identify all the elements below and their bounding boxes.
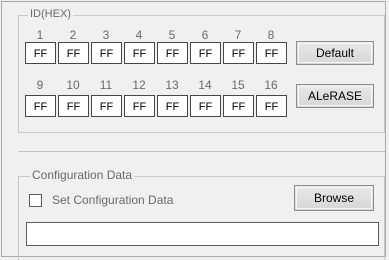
id-byte-9-field[interactable]: FF	[25, 95, 56, 117]
id-byte-12-field[interactable]: FF	[124, 95, 155, 117]
id-index-9: 9	[36, 78, 44, 92]
id-index-16: 16	[264, 78, 278, 92]
section-divider	[18, 151, 385, 152]
id-byte-16-field[interactable]: FF	[256, 95, 287, 117]
set-configuration-data-label: Set Configuration Data	[52, 193, 174, 207]
alerase-button[interactable]: ALeRASE	[296, 84, 374, 108]
id-index-7: 7	[234, 28, 242, 42]
default-button[interactable]: Default	[296, 41, 374, 65]
id-hex-legend: ID(HEX)	[28, 8, 73, 20]
id-index-12: 12	[132, 78, 146, 92]
id-byte-11-field[interactable]: FF	[91, 95, 122, 117]
id-byte-13-field[interactable]: FF	[157, 95, 188, 117]
id-byte-6-field[interactable]: FF	[190, 42, 221, 64]
id-index-11: 11	[99, 78, 113, 92]
id-byte-8-field[interactable]: FF	[256, 42, 287, 64]
id-index-10: 10	[66, 78, 80, 92]
id-byte-5-field[interactable]: FF	[157, 42, 188, 64]
id-byte-3-field[interactable]: FF	[91, 42, 122, 64]
id-byte-10-field[interactable]: FF	[58, 95, 89, 117]
id-index-14: 14	[198, 78, 212, 92]
set-configuration-data-checkbox[interactable]	[29, 194, 42, 207]
id-index-2: 2	[69, 28, 77, 42]
id-byte-14-field[interactable]: FF	[190, 95, 221, 117]
id-byte-7-field[interactable]: FF	[223, 42, 254, 64]
id-index-13: 13	[165, 78, 179, 92]
id-byte-2-field[interactable]: FF	[58, 42, 89, 64]
browse-button-label: Browse	[313, 191, 354, 205]
configuration-data-legend: Configuration Data	[30, 168, 135, 182]
id-index-3: 3	[102, 28, 110, 42]
id-index-15: 15	[231, 78, 245, 92]
id-byte-15-field[interactable]: FF	[223, 95, 254, 117]
configuration-file-path-input[interactable]	[26, 222, 379, 246]
id-index-1: 1	[36, 28, 44, 42]
alerase-button-label: ALeRASE	[307, 89, 363, 103]
default-button-label: Default	[315, 46, 355, 60]
id-index-6: 6	[201, 28, 209, 42]
id-index-4: 4	[135, 28, 143, 42]
id-byte-1-field[interactable]: FF	[25, 42, 56, 64]
id-byte-4-field[interactable]: FF	[124, 42, 155, 64]
id-index-8: 8	[267, 28, 275, 42]
browse-button[interactable]: Browse	[294, 185, 374, 211]
id-index-5: 5	[168, 28, 176, 42]
